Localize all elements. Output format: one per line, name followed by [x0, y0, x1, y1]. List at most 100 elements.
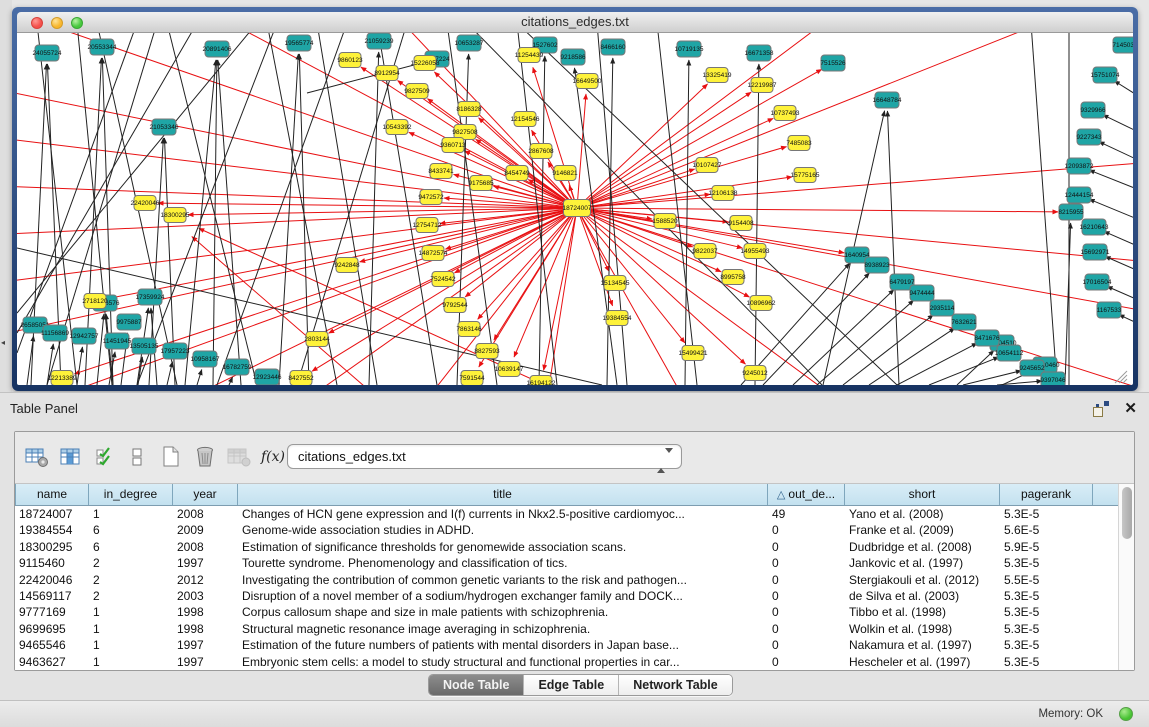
function-builder-icon[interactable]: f(x) — [259, 442, 287, 472]
column-header-short[interactable]: short — [845, 484, 1000, 505]
network-node-teal[interactable]: 17957223 — [161, 343, 190, 359]
cell-out_degree[interactable]: 0 — [768, 588, 845, 604]
network-node-yellow[interactable]: 7485083 — [786, 136, 812, 151]
cell-name[interactable]: 9463627 — [15, 654, 89, 670]
network-node-teal[interactable]: 20891406 — [203, 41, 232, 57]
network-node-yellow[interactable]: 9175685 — [468, 176, 494, 191]
cell-title[interactable]: Embryonic stem cells: a model to study s… — [238, 654, 768, 670]
citation-edge-black[interactable] — [1031, 33, 1057, 385]
network-node-yellow[interactable]: 9242848 — [334, 258, 360, 273]
cell-short[interactable]: de Silva et al. (2003) — [845, 588, 1000, 604]
cell-year[interactable]: 2012 — [173, 572, 238, 588]
citation-edge-red[interactable] — [427, 99, 577, 208]
cell-out_degree[interactable]: 0 — [768, 621, 845, 637]
resize-grip-icon[interactable] — [1123, 379, 1127, 383]
citation-edge-black[interactable] — [957, 351, 994, 385]
network-node-yellow[interactable]: 8186328 — [456, 102, 482, 117]
network-node-yellow[interactable]: 9154408 — [728, 216, 754, 231]
float-panel-icon[interactable] — [1093, 401, 1109, 417]
network-node-teal[interactable]: 15751074 — [1091, 67, 1120, 83]
network-node-teal[interactable]: 24055724 — [33, 45, 62, 61]
cell-year[interactable]: 1997 — [173, 555, 238, 571]
network-node-teal[interactable]: 17016504 — [1083, 274, 1112, 290]
cell-year[interactable]: 1997 — [173, 654, 238, 670]
cell-short[interactable]: Hescheler et al. (1997) — [845, 654, 1000, 670]
network-node-yellow[interactable]: 10543392 — [383, 120, 412, 135]
rows-icon[interactable] — [123, 442, 151, 472]
citation-edge-black[interactable] — [369, 52, 379, 385]
network-node-yellow[interactable]: 9245012 — [742, 366, 768, 381]
network-node-teal[interactable]: 9227343 — [1076, 129, 1102, 145]
network-node-yellow[interactable]: 16194122 — [527, 376, 556, 386]
network-node-teal[interactable]: 8215955 — [1058, 204, 1084, 220]
column-header-out_degree[interactable]: △ out_de... — [768, 484, 845, 505]
network-window-titlebar[interactable]: citations_edges.txt — [17, 12, 1133, 33]
delete-table-icon[interactable] — [191, 442, 219, 472]
close-panel-icon[interactable]: ✕ — [1124, 399, 1137, 417]
column-header-in_degree[interactable]: in_degree — [89, 484, 173, 505]
cell-name[interactable]: 14569117 — [15, 588, 89, 604]
cell-year[interactable]: 2008 — [173, 539, 238, 555]
cell-year[interactable]: 1998 — [173, 604, 238, 620]
cell-short[interactable]: Stergiakouli et al. (2012) — [845, 572, 1000, 588]
citation-edge-black[interactable] — [997, 381, 1042, 385]
network-node-teal[interactable]: 11451945 — [103, 333, 132, 349]
network-node-teal[interactable]: 10958167 — [191, 351, 220, 367]
network-node-yellow[interactable]: 8454749 — [504, 166, 530, 181]
network-node-teal[interactable]: 16671358 — [745, 45, 774, 61]
network-node-yellow[interactable]: 9146821 — [552, 166, 578, 181]
network-node-yellow[interactable]: 10107427 — [693, 158, 722, 173]
cell-title[interactable]: Structural magnetic resonance image aver… — [238, 621, 768, 637]
network-node-teal[interactable]: 10654112 — [995, 345, 1024, 361]
cell-short[interactable]: Jankovic et al. (1997) — [845, 555, 1000, 571]
tab-network-table[interactable]: Network Table — [619, 675, 732, 695]
network-node-yellow[interactable]: 10639147 — [495, 362, 524, 377]
network-node-teal[interactable]: 1167533 — [1097, 302, 1122, 318]
network-node-teal[interactable]: 2935114 — [930, 300, 955, 316]
cell-year[interactable]: 2009 — [173, 522, 238, 538]
network-node-yellow[interactable]: 2803144 — [304, 332, 330, 347]
table-row[interactable]: 946554611997Estimation of the future num… — [15, 637, 1118, 653]
network-node-yellow[interactable]: 16649500 — [573, 74, 602, 89]
scrollbar-thumb[interactable] — [1122, 487, 1132, 539]
table-vertical-scrollbar[interactable] — [1118, 484, 1134, 670]
select-column-icon[interactable] — [57, 442, 85, 472]
network-node-teal[interactable]: 8471676 — [974, 330, 1000, 346]
network-node-yellow[interactable]: 8427552 — [288, 371, 314, 386]
cell-out_degree[interactable]: 0 — [768, 604, 845, 620]
table-row[interactable]: 1872400712008Changes of HCN gene express… — [15, 506, 1118, 522]
network-node-yellow[interactable]: 19384554 — [603, 311, 632, 326]
memory-status-indicator[interactable] — [1119, 707, 1133, 721]
cell-in_degree[interactable]: 1 — [89, 637, 173, 653]
citation-edge-black[interactable] — [1103, 115, 1133, 141]
network-node-yellow[interactable]: 12754712 — [413, 218, 442, 233]
table-row[interactable]: 2242004622012Investigating the contribut… — [15, 572, 1118, 588]
cell-out_degree[interactable]: 49 — [768, 506, 845, 522]
citation-edge-black[interactable] — [1099, 142, 1133, 167]
network-node-yellow[interactable]: 9360713 — [440, 138, 466, 153]
network-node-teal[interactable]: 20553344 — [88, 39, 117, 55]
network-node-yellow[interactable]: 15499421 — [679, 346, 708, 361]
citation-edge-black[interactable] — [97, 314, 104, 385]
citation-edge-black[interactable] — [77, 347, 82, 385]
network-node-yellow[interactable]: 2867608 — [528, 144, 554, 159]
cell-in_degree[interactable]: 2 — [89, 588, 173, 604]
network-node-teal[interactable]: 9474444 — [909, 285, 935, 301]
network-node-teal[interactable]: 19565774 — [285, 35, 314, 51]
network-node-teal[interactable]: 9329966 — [1080, 102, 1106, 118]
citation-edge-red[interactable] — [577, 94, 586, 208]
cell-short[interactable]: Nakamura et al. (1997) — [845, 637, 1000, 653]
citation-edge-black[interactable] — [17, 33, 197, 333]
cell-out_degree[interactable]: 0 — [768, 654, 845, 670]
cell-pagerank[interactable]: 5.3E-5 — [1000, 621, 1093, 637]
cell-pagerank[interactable]: 5.3E-5 — [1000, 637, 1093, 653]
citation-edge-black[interactable] — [869, 328, 955, 385]
citation-edge-black[interactable] — [574, 68, 617, 385]
citation-edge-red[interactable] — [544, 208, 577, 370]
cell-title[interactable]: Corpus callosum shape and size in male p… — [238, 604, 768, 620]
citation-edge-black[interactable] — [218, 60, 241, 385]
cell-out_degree[interactable]: 0 — [768, 522, 845, 538]
cell-name[interactable]: 9777169 — [15, 604, 89, 620]
citation-edge-red[interactable] — [577, 33, 1133, 208]
cell-pagerank[interactable]: 5.6E-5 — [1000, 522, 1093, 538]
